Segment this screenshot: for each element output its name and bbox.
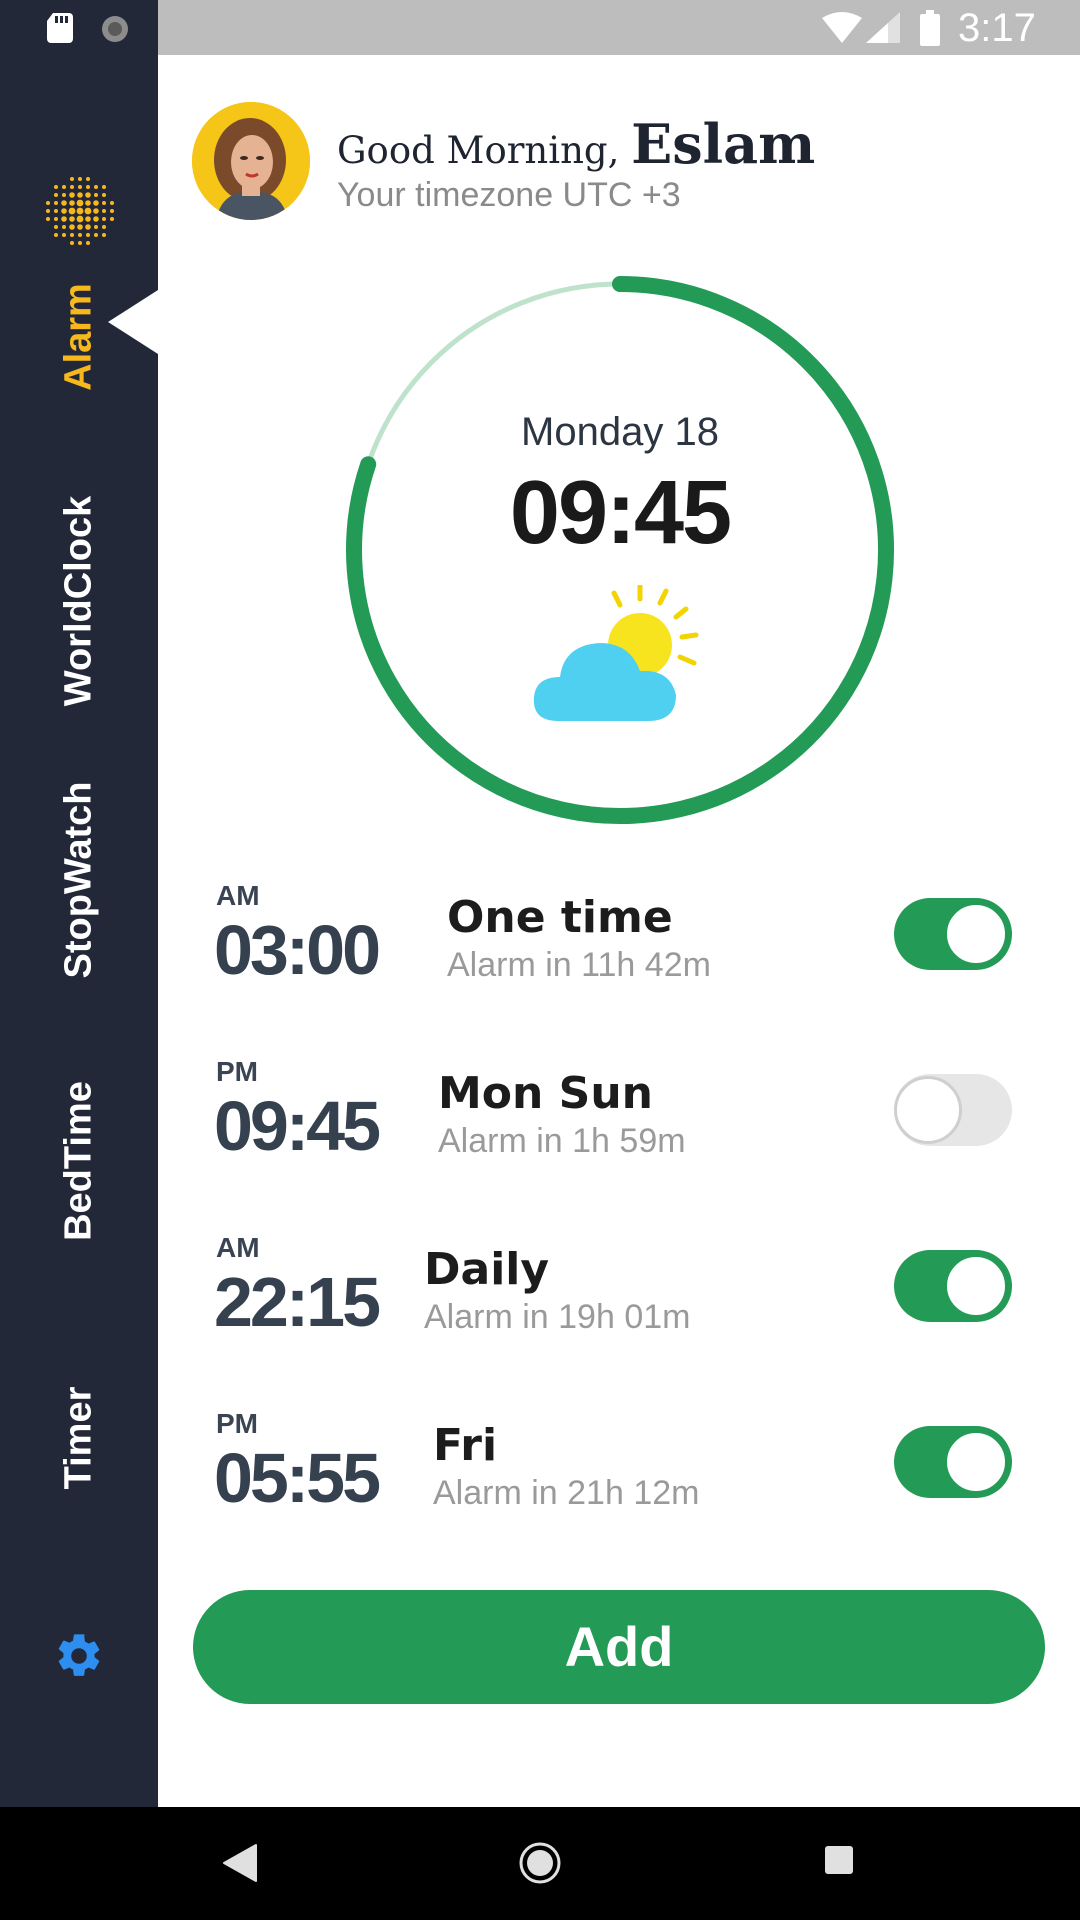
wifi-icon [822, 12, 862, 43]
user-name: Eslam [631, 112, 816, 176]
alarm-time: 05:55 [214, 1439, 381, 1517]
alarm-repeat: One time [447, 892, 673, 943]
alarm-repeat: Fri [433, 1420, 498, 1471]
clock-time: 09:45 [509, 463, 732, 563]
status-bar-left [0, 0, 158, 55]
toggle-knob [944, 1254, 1008, 1318]
alarm-time: 03:00 [214, 911, 381, 989]
alarm-toggle[interactable] [894, 1426, 1012, 1498]
partly-sunny-icon [533, 585, 699, 721]
alarm-item[interactable]: AM 03:00 One time Alarm in 11h 42m [0, 880, 1080, 1030]
alarm-item[interactable]: AM 22:15 Daily Alarm in 19h 01m [0, 1232, 1080, 1382]
toggle-knob [944, 1430, 1008, 1494]
battery-icon [920, 10, 940, 46]
alarm-time: 09:45 [214, 1087, 381, 1165]
sync-icon [102, 16, 128, 42]
avatar-photo [192, 102, 310, 220]
dotted-sun-logo-icon [46, 177, 114, 245]
nav-item-alarm[interactable]: Alarm [58, 283, 101, 391]
recent-apps-icon[interactable] [824, 1845, 854, 1875]
clock-day: Monday 18 [521, 410, 719, 454]
alarm-period: AM [216, 880, 260, 911]
alarm-countdown: Alarm in 21h 12m [433, 1474, 700, 1512]
alarm-toggle[interactable] [894, 1250, 1012, 1322]
alarm-repeat: Mon Sun [438, 1068, 653, 1119]
toggle-knob [944, 902, 1008, 966]
back-icon[interactable] [222, 1843, 258, 1883]
add-alarm-button[interactable]: Add [193, 1590, 1045, 1704]
alarm-period: PM [216, 1056, 258, 1087]
home-icon[interactable] [518, 1841, 562, 1885]
signal-icon [866, 12, 900, 43]
gear-icon[interactable] [53, 1630, 105, 1682]
greeting-text: Good Morning, [337, 129, 620, 172]
alarm-toggle[interactable] [894, 1074, 1012, 1146]
toggle-knob [894, 1076, 962, 1144]
nav-item-worldclock[interactable]: WorldClock [58, 496, 101, 706]
alarm-toggle[interactable] [894, 898, 1012, 970]
alarm-countdown: Alarm in 19h 01m [424, 1298, 691, 1336]
sd-card-icon [47, 13, 73, 43]
alarm-repeat: Daily [424, 1244, 550, 1295]
alarm-period: PM [216, 1408, 258, 1439]
avatar[interactable] [192, 102, 310, 220]
status-bar: 3:17 [0, 0, 1080, 55]
alarm-countdown: Alarm in 1h 59m [438, 1122, 686, 1160]
alarm-time: 22:15 [214, 1263, 381, 1341]
alarm-item[interactable]: PM 09:45 Mon Sun Alarm in 1h 59m [0, 1056, 1080, 1206]
greeting: Good Morning, Eslam [337, 112, 815, 176]
alarm-period: AM [216, 1232, 260, 1263]
alarm-countdown: Alarm in 11h 42m [447, 946, 711, 984]
system-nav-bar [0, 1807, 1080, 1920]
active-nav-pointer [108, 290, 158, 354]
alarm-item[interactable]: PM 05:55 Fri Alarm in 21h 12m [0, 1408, 1080, 1558]
timezone-label: Your timezone UTC +3 [337, 176, 681, 214]
status-time: 3:17 [958, 6, 1036, 50]
